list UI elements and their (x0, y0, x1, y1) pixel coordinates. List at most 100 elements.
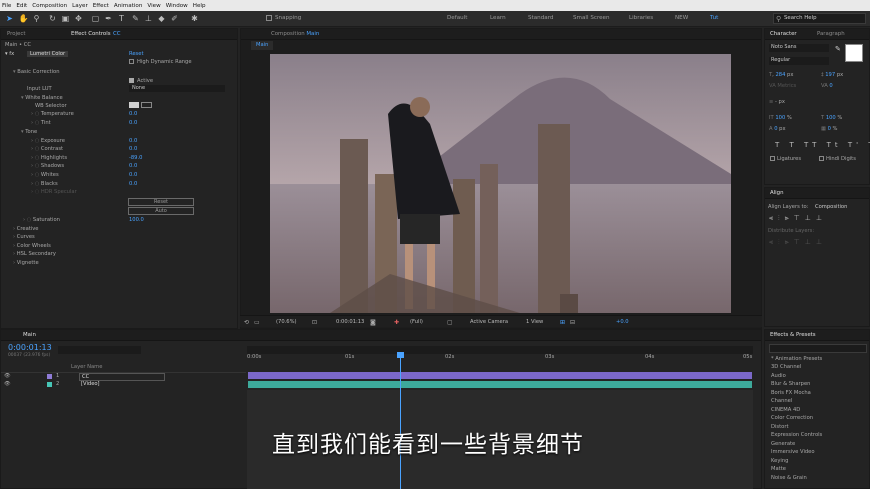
layer-bar-cc[interactable] (248, 372, 752, 379)
resolution-select[interactable]: (Full) (410, 319, 423, 325)
tab-paragraph[interactable]: Paragraph (817, 31, 845, 37)
saturation-value[interactable]: 100.0 (129, 217, 144, 223)
font-family-select[interactable]: Noto Sans (769, 44, 829, 52)
layer-name[interactable]: CC (79, 373, 165, 381)
magnification-select[interactable]: (70.6%) (276, 319, 297, 325)
exposure-value[interactable]: 0.0 (129, 138, 137, 144)
workspace-standard[interactable]: Standard (528, 15, 553, 21)
rotate-tool-icon[interactable]: ↻ (47, 13, 58, 24)
color-channels-icon[interactable]: ✚ (394, 319, 399, 326)
effect-category[interactable]: 3D Channel (771, 364, 801, 370)
menu-layer[interactable]: Layer (72, 3, 88, 9)
distribute-buttons-row[interactable]: ⫷⫶⫸⊤⊥⊥ (769, 238, 827, 247)
fill-color-swatch[interactable] (845, 44, 863, 62)
time-ruler[interactable]: 0:00s 01s 02s 03s 04s 05s (247, 354, 753, 362)
blacks-value[interactable]: 0.0 (129, 181, 137, 187)
eyedropper-icon[interactable] (141, 102, 152, 108)
camera-select[interactable]: Active Camera (470, 319, 508, 325)
effect-name[interactable]: Lumetri Color (27, 51, 69, 57)
effect-category[interactable]: CINEMA 4D (771, 407, 800, 413)
workspace-libraries[interactable]: Libraries (629, 15, 653, 21)
comp-subtab-main[interactable]: Main (251, 41, 274, 50)
tab-effects-presets[interactable]: Effects & Presets (770, 332, 816, 338)
visibility-icon[interactable]: 👁 (4, 381, 11, 387)
timeline-timecode[interactable]: 0:00:01:13 (8, 343, 52, 352)
section-vignette[interactable]: › Vignette (13, 260, 39, 266)
tint-value[interactable]: 0.0 (129, 120, 137, 126)
layer-name[interactable]: [Video] (81, 381, 100, 387)
align-to-select[interactable]: Composition (815, 204, 847, 210)
effect-category[interactable]: Channel (771, 398, 792, 404)
horizontal-scale-field[interactable]: T 100 % (821, 115, 842, 121)
tsume-field[interactable]: ▦ 0 % (821, 126, 837, 132)
section-creative[interactable]: › Creative (13, 226, 38, 232)
kerning-field[interactable]: VA Metrics (769, 83, 796, 89)
hdr-checkbox[interactable] (129, 59, 134, 64)
search-help-input[interactable]: Search Help (773, 13, 866, 24)
safe-zones-icon[interactable]: ⊡ (312, 319, 317, 326)
camera-tool-icon[interactable]: ▣ (60, 13, 71, 24)
workspace-default[interactable]: Default (447, 15, 467, 21)
workspace-tut[interactable]: Tut (710, 15, 718, 21)
section-curves[interactable]: › Curves (13, 234, 35, 240)
leading-field[interactable]: ‡ 197 px (821, 72, 843, 78)
faux-styles-row[interactable]: T T TT Tt T' T, (775, 141, 870, 149)
input-lut-select[interactable]: None (129, 85, 225, 92)
pen-tool-icon[interactable]: ✒ (103, 13, 114, 24)
baseline-shift-field[interactable]: A 0 px (769, 126, 786, 132)
vertical-scale-field[interactable]: IT 100 % (769, 115, 792, 121)
effect-category[interactable]: Expression Controls (771, 432, 822, 438)
effect-category[interactable]: Keying (771, 458, 788, 464)
tab-align[interactable]: Align (770, 190, 784, 196)
hand-tool-icon[interactable]: ✋ (18, 13, 29, 24)
label-color[interactable] (47, 382, 52, 387)
white-balance-section[interactable]: ▾ White Balance (21, 95, 63, 101)
view-layout-select[interactable]: 1 View (526, 319, 543, 325)
work-area-bar[interactable] (247, 346, 753, 354)
selection-tool-icon[interactable]: ➤ (4, 13, 15, 24)
comp-timecode[interactable]: 0:00:01:13 (336, 319, 364, 325)
contrast-value[interactable]: 0.0 (129, 146, 137, 152)
timeline-icon[interactable]: ⊟ (570, 319, 575, 326)
tone-auto-button[interactable]: Auto (128, 207, 194, 215)
layer-bar-video[interactable] (248, 381, 752, 388)
tracking-field[interactable]: VA 0 (821, 83, 833, 89)
roto-brush-tool-icon[interactable]: ✐ (169, 13, 180, 24)
layer-row[interactable]: 👁 1 CC (1, 372, 246, 381)
effect-category[interactable]: Distort (771, 424, 789, 430)
tab-composition[interactable]: Composition Main (271, 31, 319, 37)
composition-viewer[interactable] (270, 54, 731, 313)
resolution-grid-icon[interactable]: ▭ (254, 319, 260, 326)
exposure-value[interactable]: +0.0 (616, 319, 629, 325)
label-color[interactable] (47, 374, 52, 379)
eraser-tool-icon[interactable]: ◆ (156, 13, 167, 24)
tab-project[interactable]: Project (7, 31, 25, 37)
menu-file[interactable]: File (2, 3, 11, 9)
fx-toggle[interactable]: ▾ fx (5, 51, 14, 57)
tab-timeline-main[interactable]: Main (23, 332, 36, 338)
brush-tool-icon[interactable]: ✎ (130, 13, 141, 24)
font-size-field[interactable]: T‚ 284 px (769, 72, 793, 78)
effect-category[interactable]: Blur & Sharpen (771, 381, 810, 387)
highlights-value[interactable]: -89.0 (129, 155, 142, 161)
active-checkbox[interactable] (129, 78, 134, 83)
snapping-checkbox[interactable] (266, 15, 272, 21)
effect-category[interactable]: Audio (771, 373, 786, 379)
effect-category[interactable]: Noise & Grain (771, 475, 807, 481)
playhead-handle[interactable] (397, 352, 404, 358)
menu-view[interactable]: View (147, 3, 160, 9)
workspace-small-screen[interactable]: Small Screen (573, 15, 610, 21)
menu-window[interactable]: Window (166, 3, 188, 9)
menu-effect[interactable]: Effect (93, 3, 109, 9)
zoom-tool-icon[interactable]: ⚲ (31, 13, 42, 24)
snapshot-icon[interactable]: ◙ (370, 319, 376, 326)
stroke-width-field[interactable]: ≡ - px (769, 99, 785, 105)
effect-category[interactable]: Immersive Video (771, 449, 815, 455)
clone-stamp-tool-icon[interactable]: ⊥ (143, 13, 154, 24)
tab-effect-controls[interactable]: Effect Controls (71, 31, 111, 37)
font-style-select[interactable]: Regular (769, 57, 829, 65)
fast-previews-icon[interactable]: ⊞ (560, 319, 565, 326)
ligatures-checkbox[interactable] (770, 156, 775, 161)
temperature-value[interactable]: 0.0 (129, 111, 137, 117)
effect-category[interactable]: Matte (771, 466, 786, 472)
